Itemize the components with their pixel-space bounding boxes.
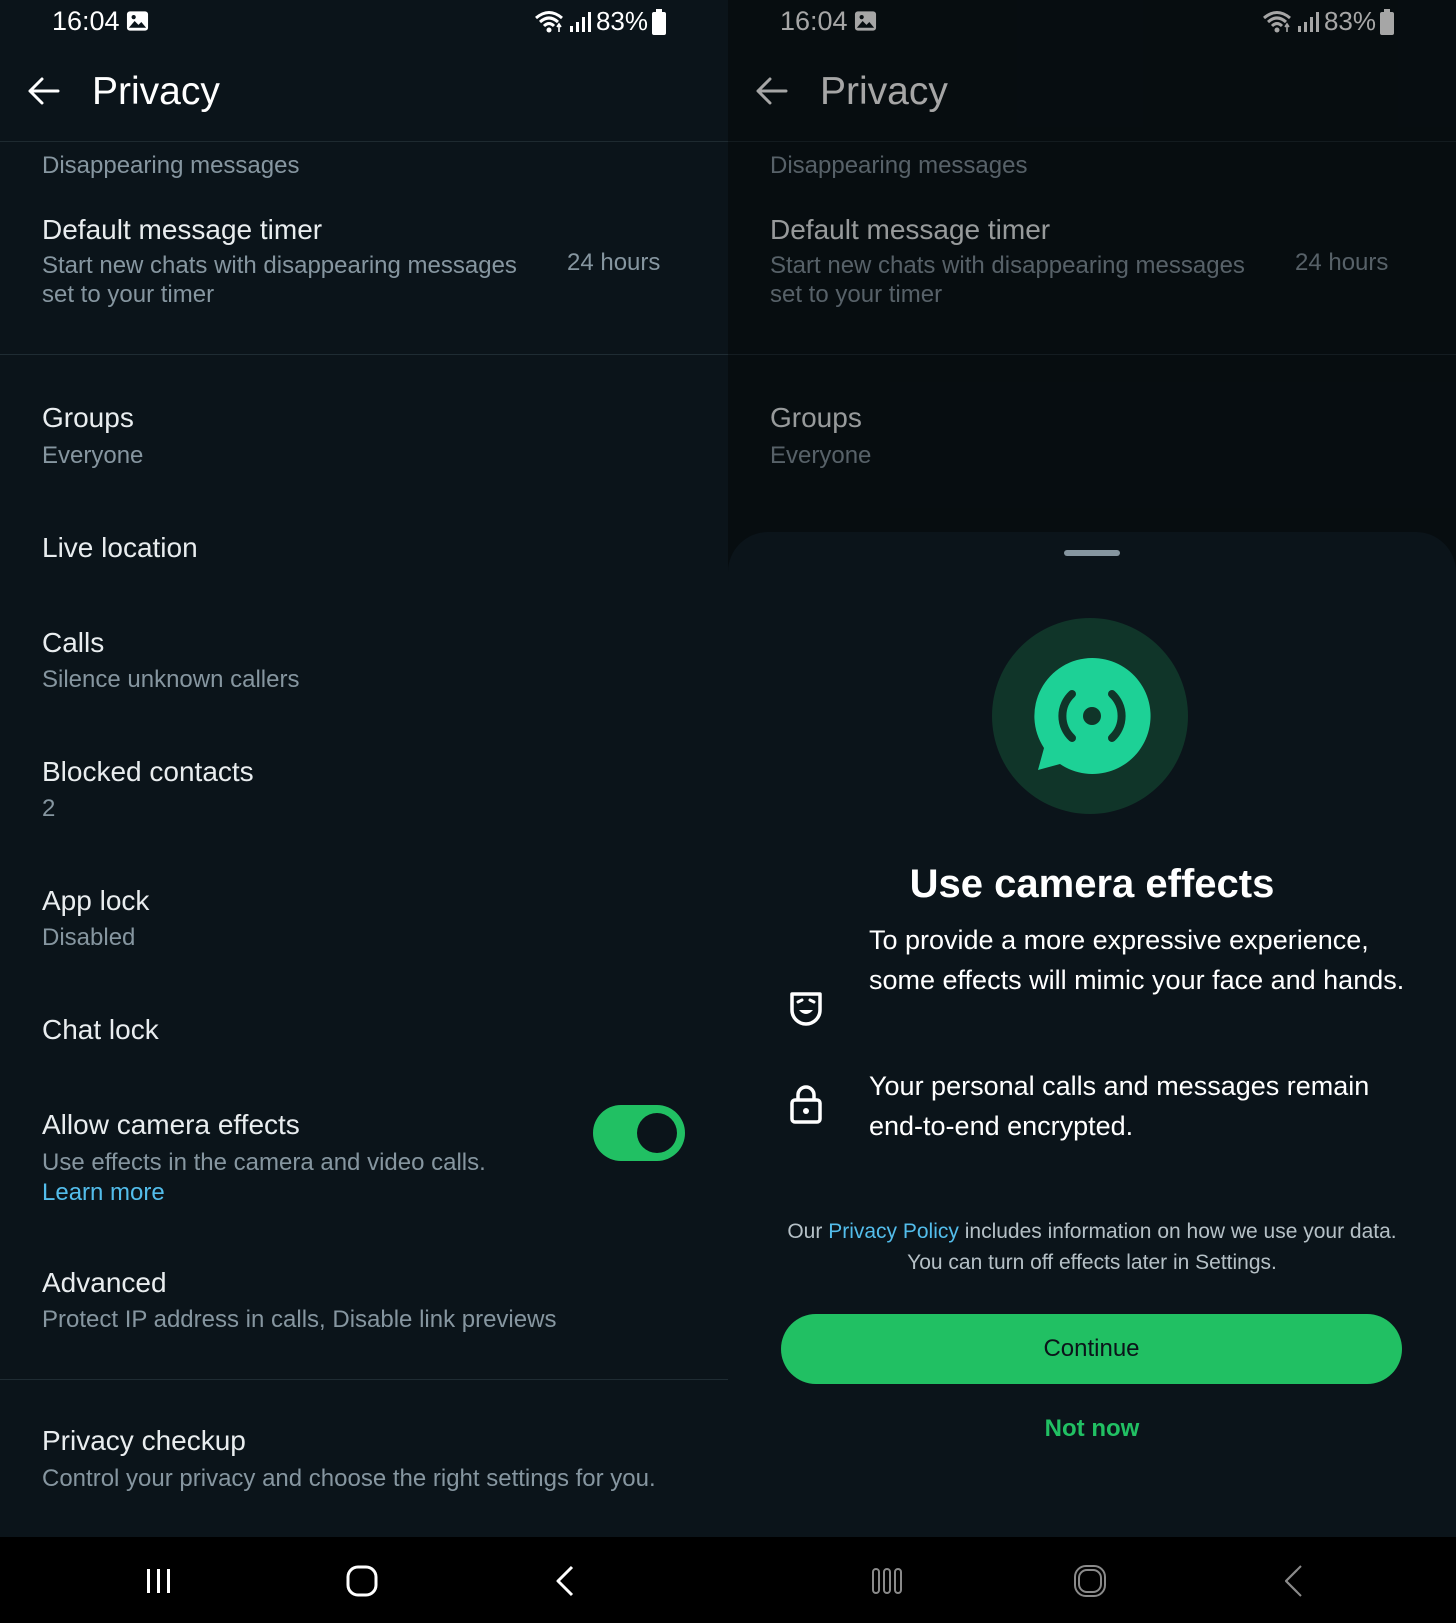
status-time: 16:04 [52, 6, 120, 36]
continue-button[interactable]: Continue [781, 1314, 1402, 1384]
groups-value: Everyone [42, 442, 144, 469]
lock-icon [790, 1085, 822, 1124]
app-lock-value: Disabled [42, 924, 136, 951]
sheet-title: Use camera effects [909, 862, 1275, 906]
camera-effects-icon-circle [992, 618, 1188, 814]
calls-value: Silence unknown callers [42, 666, 300, 693]
section-header-disappearing: Disappearing messages [42, 152, 300, 179]
calls-title: Calls [42, 627, 105, 658]
back-arrow-icon[interactable] [26, 74, 60, 108]
policy-suffix: includes information on how we use your … [958, 1220, 1397, 1243]
chat-lock-title: Chat lock [42, 1014, 159, 1045]
policy-line2: You can turn off effects later in Settin… [907, 1251, 1277, 1274]
not-now-button[interactable]: Not now [992, 1404, 1192, 1454]
face-mask-icon [790, 992, 822, 1026]
privacy-checkup-title: Privacy checkup [42, 1425, 246, 1456]
signal-icon [569, 11, 591, 32]
nav-back-icon[interactable] [1272, 1559, 1316, 1603]
default-timer-subtitle: Start new chats with disappearing messag… [42, 252, 517, 308]
drag-handle[interactable] [1064, 550, 1120, 556]
privacy-screen-left: 16:04 83% Privacy Disappearing messages … [0, 0, 728, 1623]
privacy-policy-link[interactable]: Privacy Policy [828, 1220, 959, 1243]
divider [0, 354, 728, 355]
system-nav-bar [0, 1537, 728, 1623]
battery-icon [652, 8, 666, 35]
groups-title: Groups [42, 402, 134, 433]
default-timer-title: Default message timer [42, 214, 323, 245]
camera-effects-title: Allow camera effects [42, 1109, 300, 1140]
privacy-screen-right: 16:04 83% Privacy Disappearing messages … [728, 0, 1456, 1623]
status-indicators: 83% [534, 6, 666, 37]
toggle-knob [637, 1113, 677, 1153]
policy-text: Our Privacy Policy includes information … [758, 1216, 1426, 1278]
home-icon[interactable] [340, 1559, 384, 1603]
gallery-icon [126, 11, 149, 31]
recent-apps-icon[interactable] [137, 1559, 181, 1603]
camera-effects-subtitle: Use effects in the camera and video call… [42, 1149, 486, 1176]
nav-back-icon[interactable] [544, 1559, 588, 1603]
home-icon[interactable] [1068, 1559, 1112, 1603]
live-location-title: Live location [42, 532, 198, 563]
camera-effects-toggle[interactable] [593, 1105, 685, 1161]
blocked-contacts-count: 2 [42, 795, 56, 822]
page-title: Privacy [92, 70, 220, 113]
battery-percent: 83% [595, 6, 648, 36]
blocked-contacts-title: Blocked contacts [42, 756, 254, 787]
advanced-title: Advanced [42, 1267, 167, 1298]
camera-effects-icon [1034, 657, 1151, 774]
app-bar: Privacy [0, 44, 728, 142]
app-lock-title: App lock [42, 885, 150, 916]
recent-apps-icon[interactable] [865, 1559, 909, 1603]
feature-text-encrypted: Your personal calls and messages remain … [869, 1071, 1370, 1141]
policy-prefix: Our [787, 1220, 829, 1243]
camera-effects-bottom-sheet: Use camera effects To provide a more exp… [728, 532, 1456, 1537]
privacy-checkup-subtitle: Control your privacy and choose the righ… [42, 1465, 656, 1492]
status-bar: 16:04 83% [0, 0, 728, 44]
system-nav-bar [728, 1537, 1456, 1623]
feature-text-expressive: To provide a more expressive experience,… [869, 925, 1405, 995]
wifi-icon [534, 10, 563, 32]
default-timer-value: 24 hours [567, 249, 661, 276]
advanced-value: Protect IP address in calls, Disable lin… [42, 1306, 557, 1333]
learn-more-link[interactable]: Learn more [42, 1178, 165, 1207]
divider [0, 1379, 728, 1380]
